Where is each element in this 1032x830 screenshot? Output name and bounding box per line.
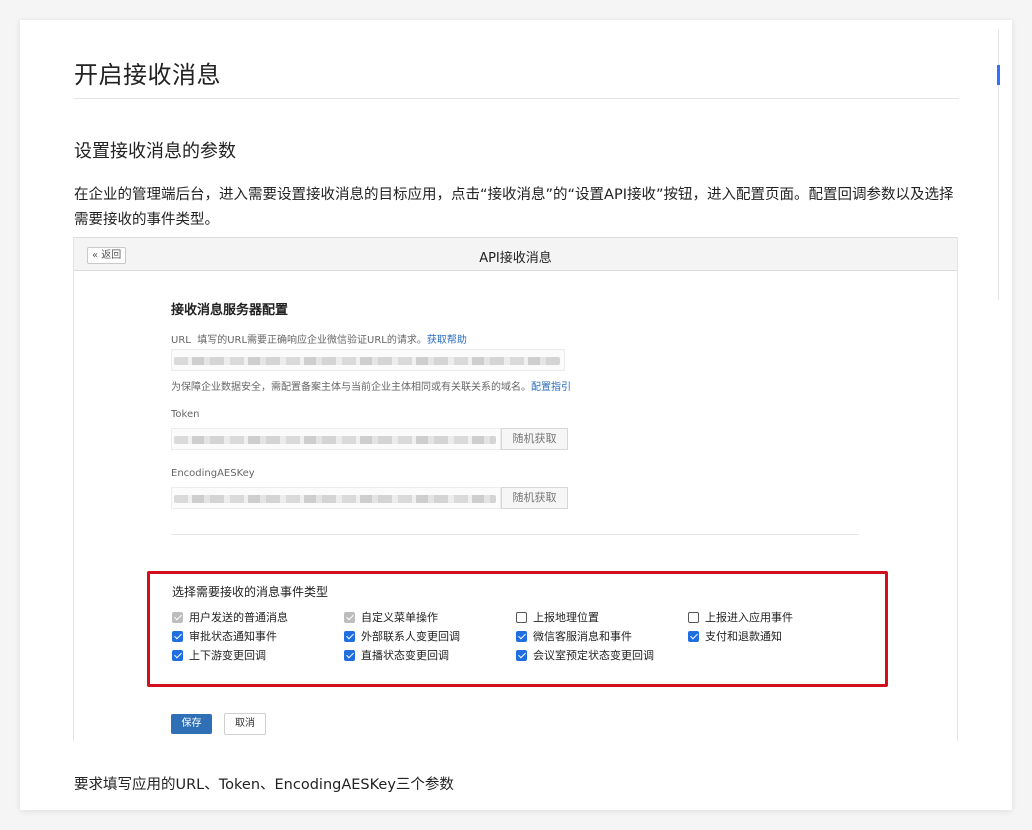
- config-guide-link[interactable]: 配置指引: [531, 382, 571, 393]
- event-types-title: 选择需要接收的消息事件类型: [172, 585, 329, 599]
- checkbox-checked-icon[interactable]: [688, 630, 699, 642]
- event-option-label: 上下游变更回调: [189, 649, 266, 662]
- aeskey-label: EncodingAESKey: [171, 468, 255, 479]
- event-option[interactable]: 支付和退款通知: [688, 628, 782, 644]
- api-config-screenshot: « 返回 API接收消息 接收消息服务器配置 URL 填写的URL需要正确响应企…: [73, 237, 958, 741]
- title-divider: [74, 98, 959, 99]
- save-button[interactable]: 保存: [171, 714, 212, 734]
- event-option-label: 上报进入应用事件: [705, 611, 793, 624]
- event-option-label: 自定义菜单操作: [361, 611, 438, 624]
- url-hint-text: 填写的URL需要正确响应企业微信验证URL的请求。: [197, 335, 427, 346]
- event-option[interactable]: 上报地理位置: [516, 609, 599, 625]
- event-option-label: 审批状态通知事件: [189, 630, 277, 643]
- checkbox-checked-icon[interactable]: [344, 649, 355, 661]
- checkbox-checked-icon: [344, 611, 355, 623]
- checkbox-checked-icon[interactable]: [516, 649, 527, 661]
- get-help-link[interactable]: 获取帮助: [427, 335, 467, 346]
- screenshot-header: « 返回 API接收消息: [74, 237, 957, 271]
- section-title: 设置接收消息的参数: [74, 141, 236, 162]
- content-card: 开启接收消息 设置接收消息的参数 在企业的管理端后台，进入需要设置接收消息的目标…: [20, 20, 1012, 810]
- url-note-text: 为保障企业数据安全，需配置备案主体与当前企业主体相同或有关联关系的域名。: [171, 382, 531, 393]
- scrollbar-thumb[interactable]: [997, 65, 1000, 85]
- event-option[interactable]: 上报进入应用事件: [688, 609, 793, 625]
- event-option-label: 上报地理位置: [533, 611, 599, 624]
- url-input[interactable]: [171, 349, 565, 371]
- token-label: Token: [171, 409, 200, 420]
- event-option[interactable]: 审批状态通知事件: [172, 628, 277, 644]
- event-option[interactable]: 上下游变更回调: [172, 647, 266, 663]
- event-option-label: 支付和退款通知: [705, 630, 782, 643]
- event-option-label: 会议室预定状态变更回调: [533, 649, 654, 662]
- config-divider: [171, 534, 859, 535]
- event-option[interactable]: 直播状态变更回调: [344, 647, 449, 663]
- event-option-label: 微信客服消息和事件: [533, 630, 632, 643]
- checkbox-checked-icon[interactable]: [344, 630, 355, 642]
- checkbox-empty-icon[interactable]: [516, 611, 527, 623]
- url-value-redacted: [174, 357, 560, 365]
- url-hint: URL 填写的URL需要正确响应企业微信验证URL的请求。获取帮助: [171, 331, 467, 346]
- token-value-redacted: [174, 436, 496, 444]
- event-option-label: 直播状态变更回调: [361, 649, 449, 662]
- caption-text: 要求填写应用的URL、Token、EncodingAESKey三个参数: [74, 777, 454, 793]
- event-types-highlight: 选择需要接收的消息事件类型 用户发送的普通消息 自定义菜单操作 上报地理位置 上报进入…: [147, 571, 888, 687]
- event-option[interactable]: 会议室预定状态变更回调: [516, 647, 654, 663]
- event-option-label: 用户发送的普通消息: [189, 611, 288, 624]
- server-config-heading: 接收消息服务器配置: [171, 303, 289, 318]
- checkbox-empty-icon[interactable]: [688, 611, 699, 623]
- screenshot-title: API接收消息: [479, 251, 552, 266]
- page-title: 开启接收消息: [74, 61, 221, 89]
- aeskey-input[interactable]: [171, 487, 501, 509]
- event-option: 自定义菜单操作: [344, 609, 438, 625]
- url-label: URL: [171, 335, 191, 346]
- checkbox-checked-icon[interactable]: [172, 649, 183, 661]
- checkbox-checked-icon[interactable]: [516, 630, 527, 642]
- event-option[interactable]: 外部联系人变更回调: [344, 628, 460, 644]
- event-option[interactable]: 微信客服消息和事件: [516, 628, 632, 644]
- checkbox-checked-icon[interactable]: [172, 630, 183, 642]
- aeskey-value-redacted: [174, 495, 496, 503]
- description-text: 在企业的管理端后台，进入需要设置接收消息的目标应用，点击“接收消息”的“设置AP…: [74, 187, 954, 228]
- event-option: 用户发送的普通消息: [172, 609, 288, 625]
- checkbox-checked-icon: [172, 611, 183, 623]
- token-random-button[interactable]: 随机获取: [501, 428, 568, 450]
- event-option-label: 外部联系人变更回调: [361, 630, 460, 643]
- url-domain-note: 为保障企业数据安全，需配置备案主体与当前企业主体相同或有关联关系的域名。配置指引: [171, 378, 571, 393]
- token-input[interactable]: [171, 428, 501, 450]
- cancel-button[interactable]: 取消: [224, 713, 266, 735]
- aeskey-random-button[interactable]: 随机获取: [501, 487, 568, 509]
